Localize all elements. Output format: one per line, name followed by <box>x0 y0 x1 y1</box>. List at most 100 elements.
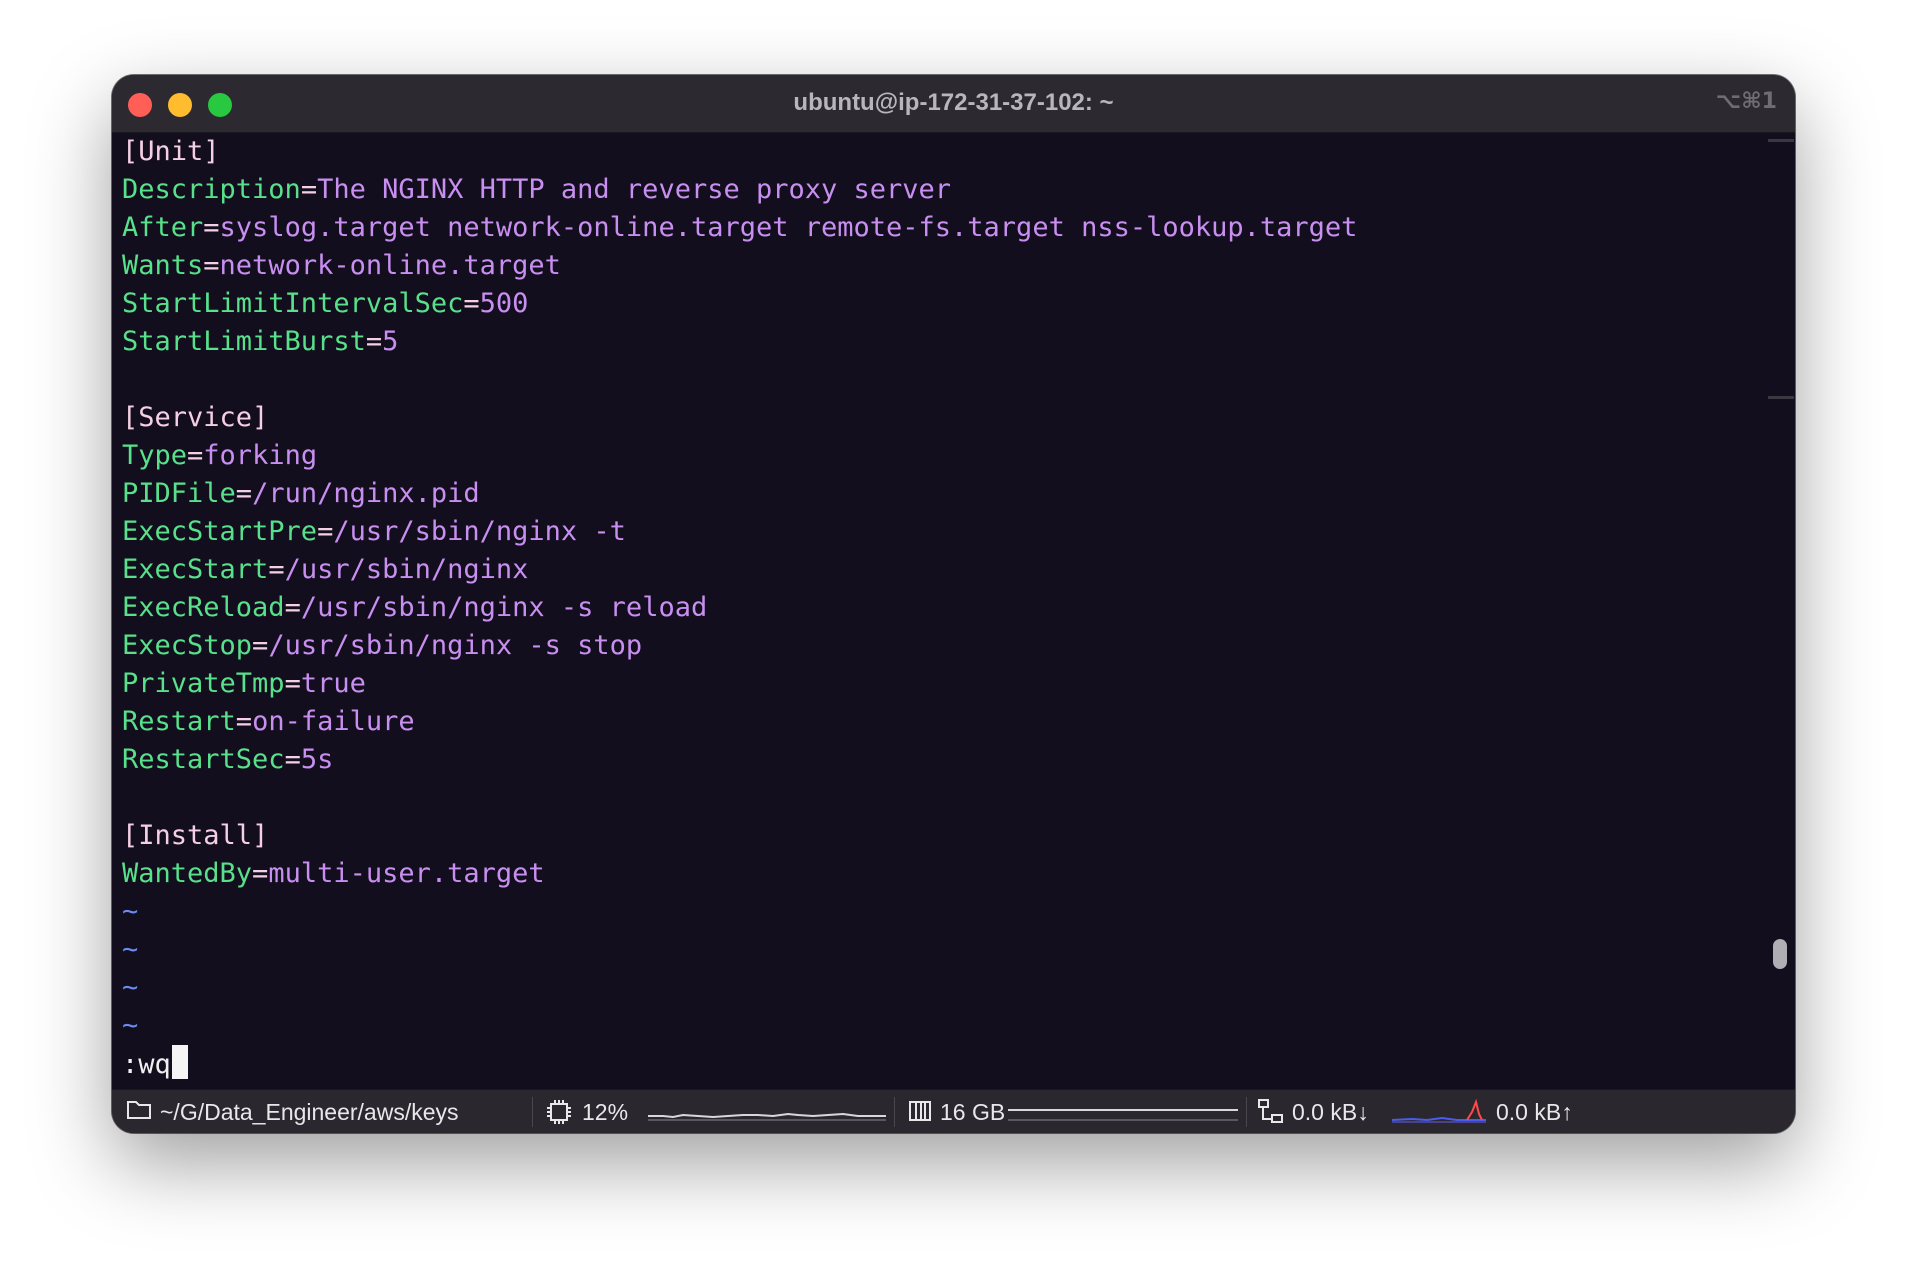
editor-line: [Service] <box>122 399 1772 437</box>
editor-line: RestartSec=5s <box>122 741 1772 779</box>
config-key: WantedBy <box>122 858 253 889</box>
config-value: /run/nginx.pid <box>252 478 480 509</box>
title-bar: ubuntu@ip-172-31-37-102: ~ ⌥⌘1 <box>112 75 1795 133</box>
equals-sign: = <box>463 288 480 319</box>
config-key: StartLimitIntervalSec <box>122 288 464 319</box>
config-key: PIDFile <box>122 478 236 509</box>
network-upload: 0.0 kB↑ <box>1496 1099 1573 1125</box>
scrollbar-thumb[interactable] <box>1773 939 1787 969</box>
network-download: 0.0 kB↓ <box>1292 1099 1369 1125</box>
equals-sign: = <box>203 250 220 281</box>
config-value: true <box>300 668 366 699</box>
scroll-mark-middle <box>1768 396 1794 399</box>
config-value: /usr/sbin/nginx -t <box>333 516 626 547</box>
editor-line: ~ <box>122 931 1772 969</box>
editor-line: PrivateTmp=true <box>122 665 1772 703</box>
empty-line-marker: ~ <box>122 1010 139 1041</box>
network-sparkline <box>1392 1098 1486 1123</box>
config-value: multi-user.target <box>268 858 545 889</box>
equals-sign: = <box>268 554 285 585</box>
editor-line: StartLimitBurst=5 <box>122 323 1772 361</box>
config-value: 5s <box>300 744 334 775</box>
current-path[interactable]: ~/G/Data_Engineer/aws/keys <box>160 1098 459 1126</box>
section-header: [Unit] <box>122 136 220 167</box>
editor-line: Wants=network-online.target <box>122 247 1772 285</box>
config-value: The NGINX HTTP and reverse proxy server <box>317 174 952 205</box>
config-key: ExecStop <box>122 630 253 661</box>
config-value: /usr/sbin/nginx -s reload <box>300 592 708 623</box>
config-key: ExecReload <box>122 592 285 623</box>
equals-sign: = <box>203 212 220 243</box>
config-key: ExecStart <box>122 554 269 585</box>
cpu-sparkline <box>648 1112 886 1121</box>
config-key: PrivateTmp <box>122 668 285 699</box>
editor-line: ~ <box>122 893 1772 931</box>
editor-line: ExecStart=/usr/sbin/nginx <box>122 551 1772 589</box>
scrollbar[interactable] <box>1765 133 1795 1073</box>
editor-line: WantedBy=multi-user.target <box>122 855 1772 893</box>
status-bar: ~/G/Data_Engineer/aws/keys 12% 16 GB 0.0… <box>112 1089 1795 1133</box>
config-key: Type <box>122 440 188 471</box>
divider <box>532 1097 533 1127</box>
equals-sign: = <box>300 174 318 205</box>
equals-sign: = <box>235 478 253 509</box>
equals-sign: = <box>317 516 334 547</box>
memory-icon <box>909 1101 931 1121</box>
section-header: [Install] <box>122 820 269 851</box>
editor-line: StartLimitIntervalSec=500 <box>122 285 1772 323</box>
scroll-mark-top <box>1768 139 1794 142</box>
config-value: 5 <box>382 326 399 357</box>
divider <box>1246 1097 1247 1127</box>
editor-line: ExecReload=/usr/sbin/nginx -s reload <box>122 589 1772 627</box>
config-value: network-online.target <box>219 250 561 281</box>
memory-sparkline <box>1008 1109 1238 1121</box>
equals-sign: = <box>252 630 269 661</box>
config-value: forking <box>203 440 318 471</box>
config-value: /usr/sbin/nginx <box>284 554 529 585</box>
editor-line: ~ <box>122 1007 1772 1045</box>
memory-usage: 16 GB <box>940 1099 1006 1125</box>
config-value: 500 <box>479 288 529 319</box>
folder-icon <box>127 1101 151 1119</box>
editor-line: [Unit] <box>122 133 1772 171</box>
window-title: ubuntu@ip-172-31-37-102: ~ <box>793 89 1114 116</box>
config-key: Wants <box>122 250 204 281</box>
config-value: syslog.target network-online.target remo… <box>219 212 1358 243</box>
config-key: StartLimitBurst <box>122 326 366 357</box>
editor-line: Restart=on-failure <box>122 703 1772 741</box>
terminal-window: ubuntu@ip-172-31-37-102: ~ ⌥⌘1 [Unit] Des… <box>112 75 1795 1133</box>
vim-command-line[interactable]: :wq <box>122 1045 1772 1083</box>
command-text: :wq <box>122 1049 171 1080</box>
config-key: ExecStartPre <box>122 516 318 547</box>
config-key: After <box>122 212 204 243</box>
editor-line: After=syslog.target network-online.targe… <box>122 209 1772 247</box>
equals-sign: = <box>284 744 301 775</box>
tab-shortcut-label: ⌥⌘1 <box>1715 89 1777 114</box>
config-key: RestartSec <box>122 744 285 775</box>
editor-line: Type=forking <box>122 437 1772 475</box>
text-cursor <box>171 1045 188 1079</box>
equals-sign: = <box>284 592 301 623</box>
cpu-usage: 12% <box>582 1099 629 1125</box>
section-header: [Service] <box>122 402 269 433</box>
editor-line: ExecStartPre=/usr/sbin/nginx -t <box>122 513 1772 551</box>
vim-editor[interactable]: [Unit] Description=The NGINX HTTP and rev… <box>122 133 1772 1080</box>
cpu-chip-icon <box>547 1100 571 1124</box>
equals-sign: = <box>284 668 301 699</box>
editor-line: ExecStop=/usr/sbin/nginx -s stop <box>122 627 1772 665</box>
editor-line: Description=The NGINX HTTP and reverse p… <box>122 171 1772 209</box>
editor-line: PIDFile=/run/nginx.pid <box>122 475 1772 513</box>
equals-sign: = <box>252 858 269 889</box>
config-value: /usr/sbin/nginx -s stop <box>268 630 643 661</box>
editor-line: [Install] <box>122 817 1772 855</box>
empty-line-marker: ~ <box>122 972 139 1003</box>
empty-line-marker: ~ <box>122 896 139 927</box>
divider <box>894 1097 895 1127</box>
network-icon <box>1258 1099 1283 1123</box>
equals-sign: = <box>187 440 204 471</box>
config-value: on-failure <box>252 706 415 737</box>
empty-line-marker: ~ <box>122 934 139 965</box>
equals-sign: = <box>365 326 383 357</box>
